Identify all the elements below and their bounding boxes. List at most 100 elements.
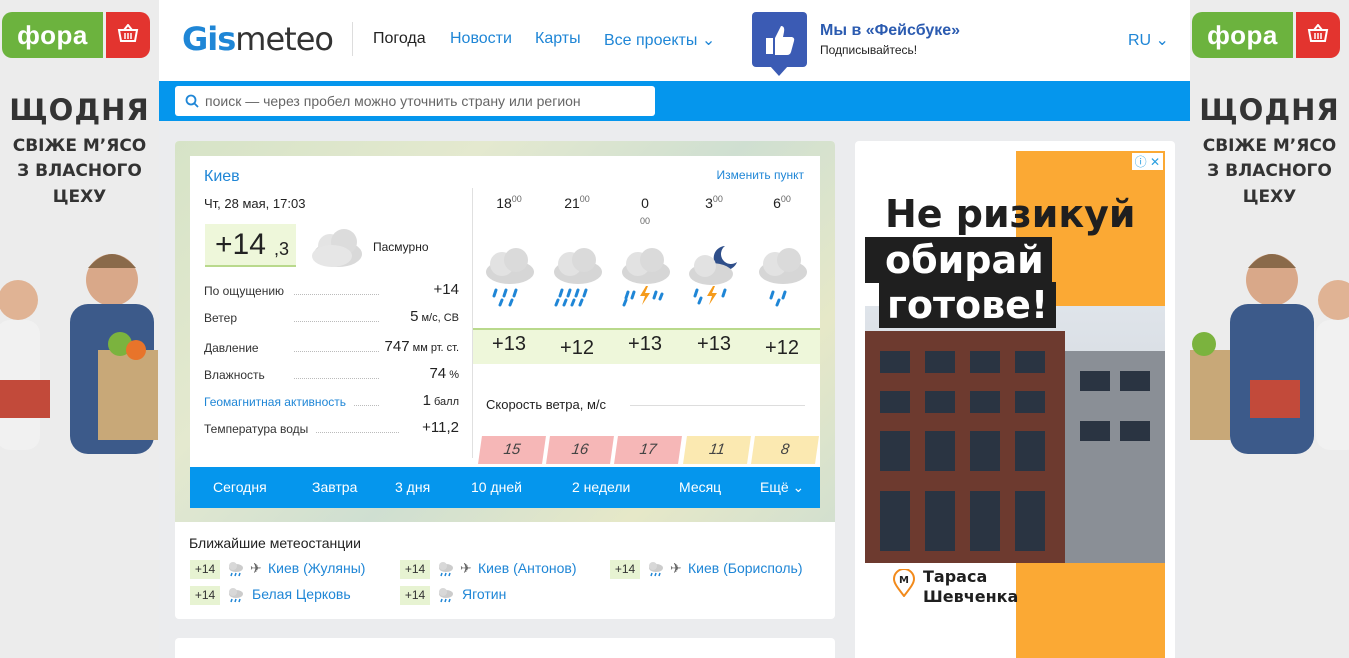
minute-value: 00 bbox=[579, 194, 590, 204]
current-temperature: +14 ,3 bbox=[205, 224, 296, 267]
svg-text:М: М bbox=[899, 575, 909, 586]
airport-icon: ✈ bbox=[250, 560, 262, 576]
param-value: +11,2 bbox=[422, 419, 459, 436]
airport-icon: ✈ bbox=[670, 560, 682, 576]
gismeteo-logo[interactable]: Gismeteo bbox=[182, 20, 334, 58]
banner-headline-3: готове! bbox=[879, 282, 1057, 328]
cloudy-icon bbox=[312, 229, 362, 267]
hourly-temp: +12 bbox=[560, 337, 594, 359]
secondary-card bbox=[175, 638, 835, 658]
rain-icon bbox=[439, 562, 453, 577]
hour-value: 3 bbox=[705, 195, 713, 211]
basket-icon bbox=[106, 12, 150, 58]
nav-news[interactable]: Новости bbox=[450, 30, 512, 48]
minute-value: 00 bbox=[712, 194, 723, 204]
wind-title-line bbox=[630, 405, 805, 406]
rain-icon bbox=[759, 248, 807, 307]
ad-people-image bbox=[1190, 254, 1349, 454]
minute-value: 00 bbox=[511, 194, 522, 204]
param-unit: % bbox=[446, 369, 459, 381]
param-value: 1 bbox=[422, 392, 431, 409]
ad-slogan-3: З ВЛАСНОГО bbox=[17, 161, 142, 181]
station-name[interactable]: Киев (Борисполь) bbox=[688, 560, 808, 576]
station-temp: +14 bbox=[190, 586, 220, 605]
hour-label: 300 bbox=[680, 194, 748, 211]
param-label[interactable]: Геомагнитная активность bbox=[204, 395, 346, 409]
airport-icon: ✈ bbox=[460, 560, 472, 576]
wind-speed-value: 15 bbox=[478, 436, 546, 464]
param-value: 74 bbox=[429, 365, 447, 382]
stations-title: Ближайшие метеостанции bbox=[189, 535, 361, 551]
hour-label: 1800 bbox=[475, 194, 543, 211]
param-label: По ощущению bbox=[204, 284, 285, 298]
tab-tomorrow[interactable]: Завтра bbox=[312, 479, 357, 495]
adchoices-icon[interactable]: ⓘ ✕ bbox=[1131, 153, 1163, 170]
city-name[interactable]: Киев bbox=[204, 168, 240, 186]
param-unit: м/с, СВ bbox=[418, 312, 459, 324]
tab-3-days[interactable]: 3 дня bbox=[395, 479, 430, 495]
column-divider bbox=[472, 188, 473, 458]
right-side-ad[interactable]: фора ЩОДНЯ СВІЖЕ М’ЯСО З ВЛАСНОГО ЦЕХУ bbox=[1190, 0, 1349, 658]
ad-people-image bbox=[0, 254, 158, 454]
param-unit: балл bbox=[430, 396, 459, 408]
param-value: +14 bbox=[433, 281, 459, 298]
tab-2-weeks[interactable]: 2 недели bbox=[572, 479, 630, 495]
tab-10-days[interactable]: 10 дней bbox=[471, 479, 522, 495]
station-item[interactable]: +14 ✈ Киев (Борисполь) bbox=[610, 560, 810, 580]
nav-all-projects[interactable]: Все проекты ⌄ bbox=[604, 30, 715, 50]
site-header: Gismeteo Погода Новости Карты Все проект… bbox=[159, 0, 1190, 81]
metro-line-2: Шевченка bbox=[923, 587, 1019, 606]
tab-month[interactable]: Месяц bbox=[679, 479, 721, 495]
logo-gis: Gis bbox=[182, 20, 236, 58]
search-icon bbox=[185, 94, 199, 108]
temperature-value: +14 bbox=[215, 228, 266, 261]
station-temp: +14 bbox=[400, 586, 430, 605]
rain-icon bbox=[229, 562, 243, 577]
nav-maps[interactable]: Карты bbox=[535, 30, 581, 48]
banner-orange-block-bottom bbox=[1016, 563, 1165, 658]
language-selector[interactable]: RU ⌄ bbox=[1128, 30, 1169, 50]
nav-weather[interactable]: Погода bbox=[373, 30, 426, 48]
station-name[interactable]: Белая Церковь bbox=[252, 586, 351, 602]
param-label: Влажность bbox=[204, 368, 265, 382]
metro-line-1: Тараса bbox=[923, 567, 988, 586]
fora-logo: фора bbox=[1192, 12, 1293, 58]
rain-icon bbox=[229, 588, 243, 603]
logo-divider bbox=[352, 22, 353, 56]
ad-slogan-4: ЦЕХУ bbox=[52, 187, 107, 207]
hour-value: 21 bbox=[564, 195, 580, 211]
hour-value: 0 bbox=[641, 195, 649, 211]
hourly-temp: +12 bbox=[765, 337, 799, 359]
fora-logo: фора bbox=[2, 12, 103, 58]
ad-slogan-2: СВІЖЕ М’ЯСО bbox=[1202, 136, 1337, 156]
station-name[interactable]: Киев (Антонов) bbox=[478, 560, 576, 576]
change-location-link[interactable]: Изменить пункт bbox=[717, 168, 804, 182]
left-side-ad[interactable]: фора ЩОДНЯ СВІЖЕ М’ЯСО З ВЛАСНОГО ЦЕХУ bbox=[0, 0, 159, 658]
station-temp: +14 bbox=[610, 560, 640, 579]
heavy-rain-icon bbox=[554, 248, 602, 307]
facebook-subtitle: Подписывайтесь! bbox=[820, 43, 918, 57]
night-thunderstorm-icon bbox=[689, 246, 737, 305]
ad-slogan-2: СВІЖЕ М’ЯСО bbox=[12, 136, 147, 156]
param-value: 747 bbox=[384, 338, 410, 355]
tab-more[interactable]: Ещё ⌄ bbox=[760, 479, 804, 496]
building-image bbox=[865, 331, 1165, 563]
forecast-panel: Киев Изменить пункт Чт, 28 мая, 17:03 +1… bbox=[190, 156, 820, 467]
station-name[interactable]: Яготин bbox=[462, 586, 506, 602]
station-name[interactable]: Киев (Жуляны) bbox=[268, 560, 365, 576]
hour-minute-sub: 00 bbox=[639, 216, 650, 226]
banner-ad[interactable]: Не ризикуй – обирай готове! М ТарасаШевч… bbox=[865, 151, 1165, 658]
search-bar bbox=[159, 81, 1190, 121]
facebook-title[interactable]: Мы в «Фейсбуке» bbox=[820, 22, 960, 40]
rain-icon bbox=[439, 588, 453, 603]
wind-speed-value: 17 bbox=[614, 436, 682, 464]
search-input[interactable] bbox=[175, 86, 655, 116]
param-unit: мм рт. ст. bbox=[409, 342, 459, 354]
metro-icon: М bbox=[893, 569, 915, 597]
wind-speed-value: 8 bbox=[751, 436, 819, 464]
basket-icon bbox=[1296, 12, 1340, 58]
facebook-like-icon[interactable] bbox=[752, 12, 807, 76]
hourly-temp: +13 bbox=[697, 333, 731, 355]
tab-today[interactable]: Сегодня bbox=[213, 479, 267, 495]
wind-speed-title: Скорость ветра, м/с bbox=[486, 397, 606, 412]
